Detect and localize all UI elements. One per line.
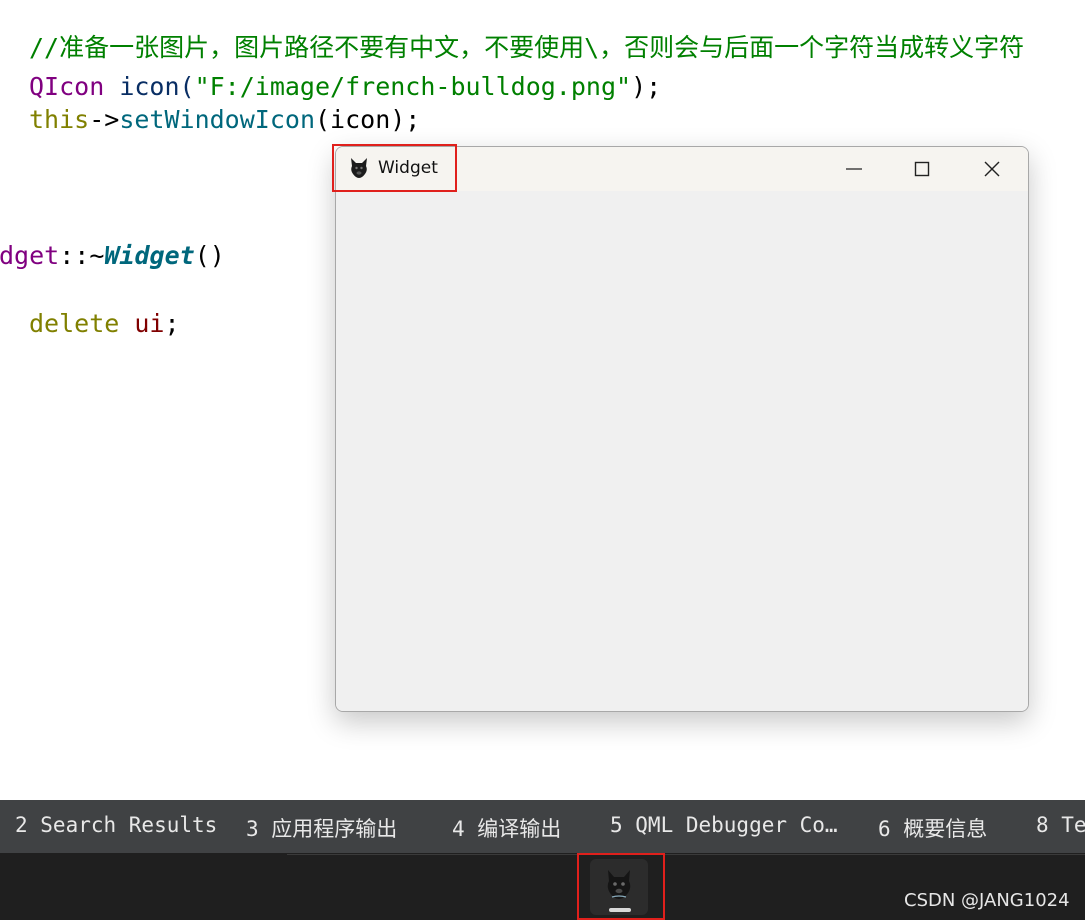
french-bulldog-icon [602,867,636,901]
code-semicolon: ; [164,309,180,338]
code-scope: ::~ [59,241,105,270]
panel-tab-general-messages[interactable]: 6 概要信息 [878,813,987,843]
taskbar-running-indicator [609,908,631,912]
panel-tab-compile-output[interactable]: 4 编译输出 [452,813,561,843]
code-line-destructor: dget::~Widget() [0,241,225,271]
taskbar-app-button[interactable] [590,859,648,915]
code-string: "F:/image/french-bulldog.png" [194,72,632,101]
french-bulldog-icon [348,157,370,179]
watermark: CSDN @JANG1024 [904,890,1070,911]
code-var: icon( [104,72,195,101]
code-args: (icon); [315,105,421,134]
widget-window[interactable]: Widget [335,146,1029,712]
maximize-button[interactable] [888,147,956,191]
code-parens: () [194,241,225,270]
panel-tab-qml-debugger[interactable]: 5 QML Debugger Co… [610,813,838,837]
code-keyword: delete [29,309,120,338]
code-line-qicon: QIcon icon("F:/image/french-bulldog.png"… [29,72,661,102]
code-arrow: -> [89,105,120,134]
window-titlebar[interactable]: Widget [336,147,1028,191]
code-type: QIcon [29,72,105,101]
panel-tab-application-output[interactable]: 3 应用程序输出 [246,813,397,843]
code-line-delete: delete ui; [29,309,180,339]
taskbar-divider [287,854,1085,855]
code-keyword: this [29,105,90,134]
code-class: dget [0,241,60,270]
window-client-area [336,191,1028,711]
close-button[interactable] [958,147,1026,191]
window-title: Widget [378,158,438,178]
code-function: setWindowIcon [119,105,315,134]
code-dtor: Widget [104,241,195,270]
maximize-icon [914,161,930,177]
output-panel-bar: 2 Search Results 3 应用程序输出 4 编译输出 5 QML D… [0,800,1085,853]
minimize-button[interactable] [820,147,888,191]
code-punct: ); [631,72,662,101]
code-comment: //准备一张图片，图片路径不要有中文，不要使用\，否则会与后面一个字符当成转义字… [29,33,1025,62]
panel-tab-search-results[interactable]: 2 Search Results [15,813,217,837]
close-icon [984,161,1000,177]
code-line-setwindowicon: this->setWindowIcon(icon); [29,105,420,135]
code-member: ui [119,309,165,338]
minimize-icon [846,168,862,170]
panel-tab-terminal[interactable]: 8 Te [1036,813,1085,837]
